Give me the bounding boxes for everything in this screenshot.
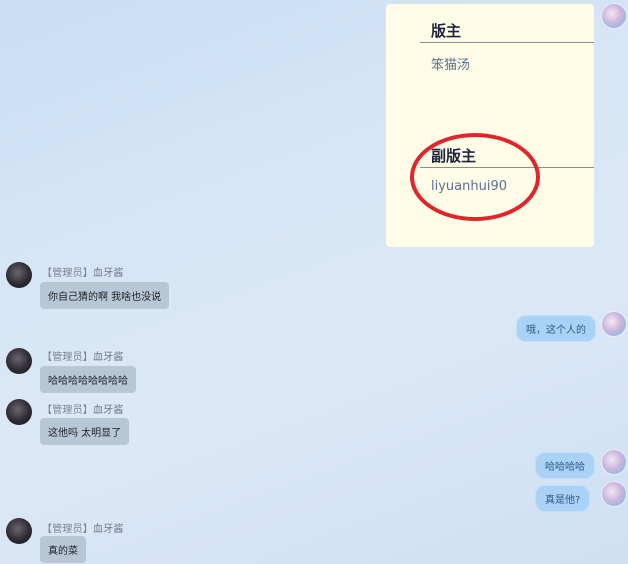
sender-role: 【管理员】 <box>42 405 93 416</box>
sender-name[interactable]: 血牙酱 <box>93 268 124 279</box>
my-avatar[interactable] <box>602 450 626 474</box>
admin-avatar[interactable] <box>6 399 32 425</box>
sender-line: 【管理员】血牙酱 <box>42 348 124 363</box>
sender-role: 【管理员】 <box>42 268 93 279</box>
my-avatar[interactable] <box>602 312 626 336</box>
sender-name[interactable]: 血牙酱 <box>93 405 124 416</box>
admin-avatar[interactable] <box>6 348 32 374</box>
message-bubble[interactable]: 这他吗 太明显了 <box>40 418 130 445</box>
sender-role: 【管理员】 <box>42 352 93 363</box>
my-avatar[interactable] <box>602 4 626 28</box>
sender-line: 【管理员】血牙酱 <box>42 520 124 535</box>
highlight-circle <box>410 133 540 221</box>
sender-line: 【管理员】血牙酱 <box>42 401 124 416</box>
message-bubble[interactable]: 哈哈哈哈哈哈哈哈 <box>40 366 136 393</box>
moderator-divider <box>420 42 594 43</box>
my-message-bubble[interactable]: 哦，这个人的 <box>516 315 596 342</box>
message-bubble[interactable]: 你自己猜的啊 我啥也没说 <box>40 282 170 309</box>
sender-name[interactable]: 血牙酱 <box>93 524 124 535</box>
admin-avatar[interactable] <box>6 262 32 288</box>
sender-name[interactable]: 血牙酱 <box>93 352 124 363</box>
my-message-bubble[interactable]: 真是他? <box>535 485 591 512</box>
my-message-bubble[interactable]: 哈哈哈哈 <box>535 452 595 479</box>
sender-line: 【管理员】血牙酱 <box>42 264 124 279</box>
my-avatar[interactable] <box>602 482 626 506</box>
moderator-heading: 版主 <box>431 22 462 40</box>
moderator-name: 笨猫汤 <box>431 58 471 73</box>
admin-avatar[interactable] <box>6 518 32 544</box>
sender-role: 【管理员】 <box>42 524 93 535</box>
message-bubble[interactable]: 真的菜 <box>40 536 86 563</box>
